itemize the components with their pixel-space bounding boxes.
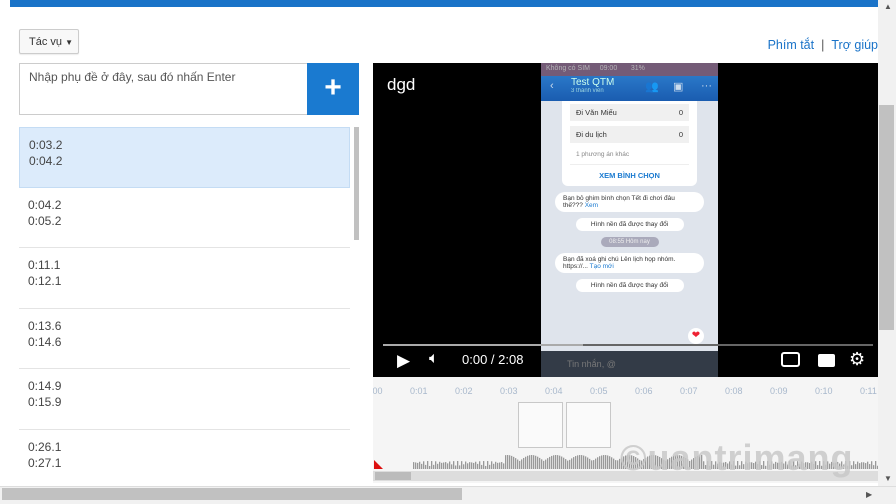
subtitle-list-scrollbar[interactable] [354,127,359,240]
help-link[interactable]: Trợ giúp [831,38,878,52]
end-time: 0:15.9 [28,395,62,409]
subtitle-row[interactable]: 0:13.6 0:14.6 [19,309,350,369]
subtitle-row[interactable]: 0:14.9 0:15.9 [19,369,350,430]
back-icon: ‹ [550,80,554,92]
poll-card: Đi Văn Miếu 0 Đi du lịch 0 1 phương án khá… [562,101,697,186]
scroll-up-arrow-icon[interactable]: ▲ [884,2,892,11]
chat-header: ‹ Test QTM 3 thành viên 👥 ▣ ··· [541,76,718,101]
video-progress-bar[interactable] [383,344,873,346]
heart-icon: ❤ [688,328,704,344]
add-member-icon: 👥 [645,81,659,93]
timeline-tick: 0:07 [680,386,698,396]
settings-gear-icon[interactable]: ⚙ [849,349,865,370]
scroll-right-arrow-icon[interactable]: ▶ [866,490,872,499]
page-vertical-scroll-thumb[interactable] [879,105,894,330]
shortcuts-link[interactable]: Phím tắt [768,38,815,52]
timeline-tick: 0:03 [500,386,518,396]
play-icon[interactable]: ▶ [397,351,410,371]
screenshot-camera-icon[interactable] [781,352,800,367]
timeline-tick: 0:08 [725,386,743,396]
caret-down-icon: ▼ [65,38,73,47]
timeline-tick: 0:00 [373,386,383,396]
timeline-tick: 0:09 [770,386,788,396]
end-time: 0:12.1 [28,274,62,288]
end-time: 0:04.2 [29,154,63,168]
captions-icon[interactable] [818,354,835,367]
actions-dropdown[interactable]: Tác vụ ▼ [19,29,79,54]
subtitle-row[interactable]: 0:11.1 0:12.1 [19,248,350,309]
start-time: 0:03.2 [29,138,63,152]
video-player[interactable]: Không có SIM 09:00 31% ‹ Test QTM 3 thành … [373,63,878,377]
subtitle-input[interactable]: Nhập phụ đề ở đây, sau đó nhấn Enter [19,63,307,115]
actions-label: Tác vụ [29,36,63,48]
subtitle-row[interactable]: 0:03.2 0:04.2 [19,127,350,188]
scroll-down-arrow-icon[interactable]: ▼ [884,474,892,483]
video-frame-phone-screenshot: Không có SIM 09:00 31% ‹ Test QTM 3 thành … [541,63,718,377]
timeline-tick: 0:06 [635,386,653,396]
header-links: Phím tắt | Trợ giúp [768,38,878,52]
volume-icon[interactable]: 🔈︎ [429,350,439,368]
video-time: 0:00 / 2:08 [462,352,524,367]
timeline-tick: 0:01 [410,386,428,396]
timeline-tick: 0:04 [545,386,563,396]
subtitle-segment[interactable] [518,402,563,448]
subtitle-row[interactable]: 0:04.2 0:05.2 [19,188,350,248]
image-icon: ▣ [673,81,684,93]
timeline-tick: 0:02 [455,386,473,396]
more-icon: ··· [701,80,712,92]
add-subtitle-button[interactable]: + [307,63,359,115]
timeline-tick: 0:11 [860,386,877,396]
subtitle-list: 0:03.2 0:04.2 0:04.2 0:05.2 0:11.1 0:12.1 0… [19,127,350,487]
start-time: 0:14.9 [28,379,62,393]
video-title: dgd [387,75,416,94]
end-time: 0:27.1 [28,455,62,470]
end-time: 0:14.6 [28,334,62,349]
start-time: 0:11.1 [28,258,61,272]
start-time: 0:26.1 [28,439,62,454]
subtitle-segment[interactable] [566,402,611,448]
top-accent-bar [10,0,878,7]
watermark-logo: ©uantrimang [620,437,854,478]
start-time: 0:04.2 [28,197,62,212]
end-time: 0:05.2 [28,213,62,228]
phone-status-bar: Không có SIM 09:00 31% [541,63,718,76]
start-time: 0:13.6 [28,318,62,333]
separator: | [821,38,825,52]
subtitle-row[interactable]: 0:26.1 0:27.1 [19,430,350,488]
page-horizontal-scroll-thumb[interactable] [2,488,462,500]
timeline-tick: 0:10 [815,386,833,396]
playhead-marker[interactable] [374,460,383,469]
timeline-tick: 0:05 [590,386,608,396]
